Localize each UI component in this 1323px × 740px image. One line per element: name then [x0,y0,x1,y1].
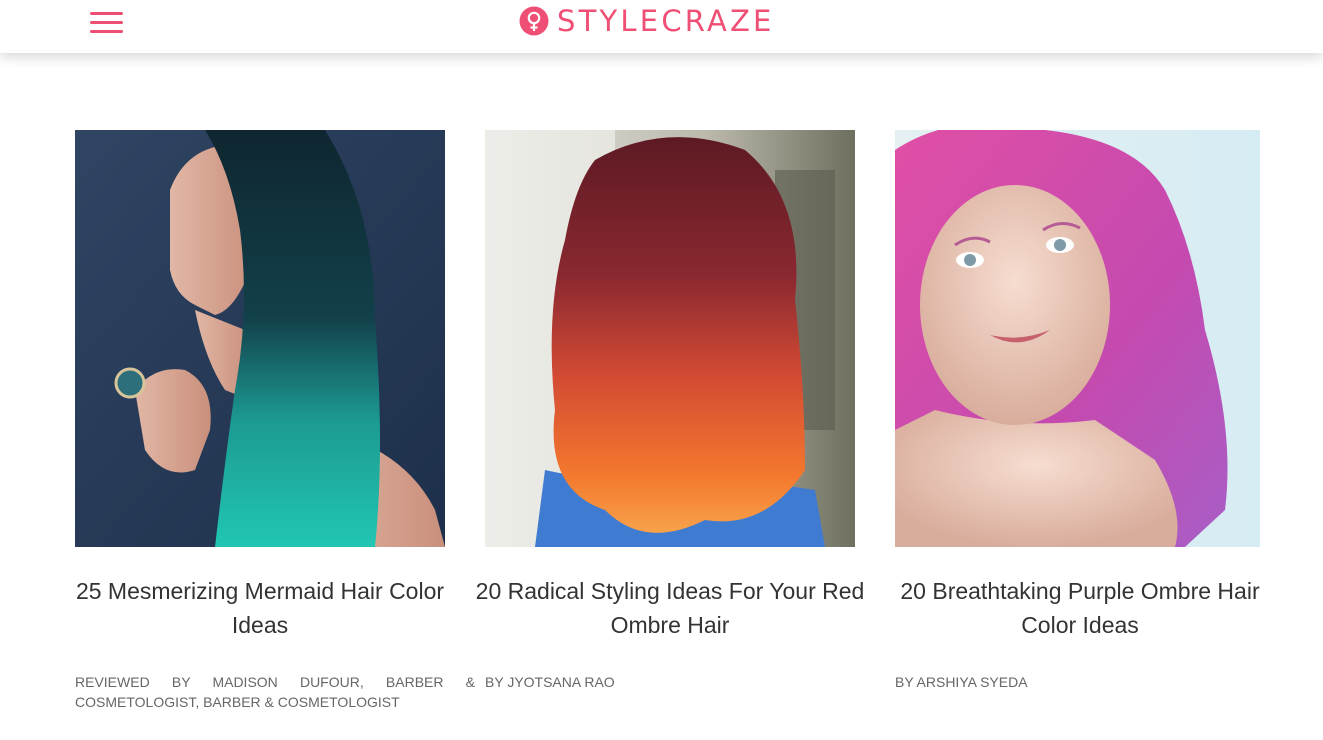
article-thumbnail-image[interactable] [75,130,445,547]
article-card[interactable]: 20 Breathtaking Purple Ombre Hair Color … [895,130,1260,642]
logo-text: STYLECRAZE [557,4,775,38]
menu-bar [90,30,123,33]
site-logo[interactable]: STYLECRAZE [519,4,775,38]
article-card[interactable]: 25 Mesmerizing Mermaid Hair Color Ideas [75,130,445,642]
article-byline[interactable]: BY ARSHIYA SYEDA [895,672,1028,692]
article-title[interactable]: 20 Radical Styling Ideas For Your Red Om… [470,574,870,642]
article-thumbnail-image[interactable] [895,130,1260,547]
article-title[interactable]: 20 Breathtaking Purple Ombre Hair Color … [895,574,1260,642]
article-card[interactable]: 20 Radical Styling Ideas For Your Red Om… [476,130,864,642]
female-symbol-icon [519,6,549,36]
article-title[interactable]: 25 Mesmerizing Mermaid Hair Color Ideas [60,574,460,642]
menu-bar [90,21,123,24]
article-thumbnail-image[interactable] [485,130,855,547]
article-byline[interactable]: BY JYOTSANA RAO [485,672,615,692]
article-byline[interactable]: REVIEWED BY MADISON DUFOUR, BARBER & COS… [75,672,475,712]
hamburger-menu-icon[interactable] [90,12,123,34]
site-header: STYLECRAZE [0,0,1323,53]
menu-bar [90,12,123,15]
